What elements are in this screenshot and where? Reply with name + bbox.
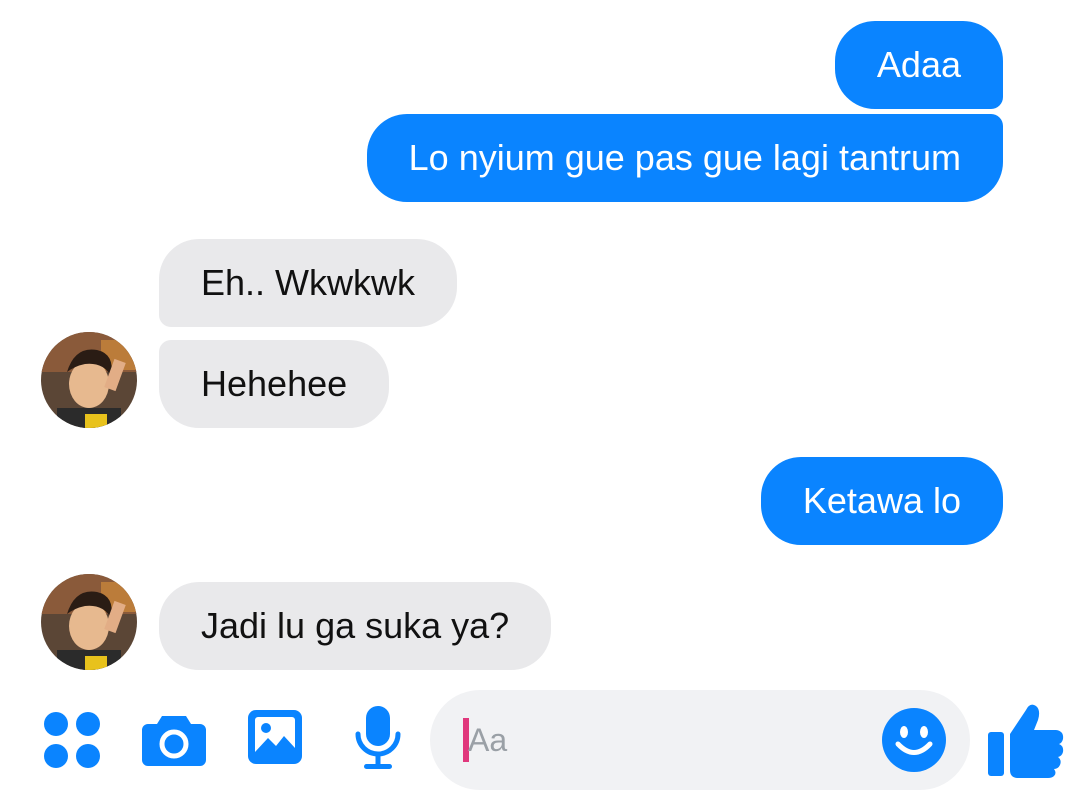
message-input[interactable]: Aa <box>430 690 970 790</box>
message-bubble-incoming[interactable]: Hehehee <box>159 340 390 428</box>
thumbs-up-icon[interactable] <box>986 698 1066 780</box>
contact-avatar[interactable] <box>41 332 137 428</box>
camera-icon[interactable] <box>142 712 206 766</box>
message-bubble-outgoing[interactable]: Lo nyium gue pas gue lagi tantrum <box>366 114 1003 202</box>
microphone-icon[interactable] <box>352 704 404 772</box>
message-bubble-incoming[interactable]: Eh.. Wkwkwk <box>159 239 458 327</box>
image-icon[interactable] <box>246 708 304 766</box>
smiley-icon[interactable] <box>881 707 947 773</box>
chat-screen: Adaa Lo nyium gue pas gue lagi tantrum E… <box>0 0 1080 793</box>
avatar-photo <box>41 332 137 428</box>
message-input-placeholder: Aa <box>468 722 508 758</box>
avatar-photo <box>41 574 137 670</box>
composer-bar: Aa <box>0 690 1080 793</box>
four-dots-icon[interactable] <box>42 710 102 770</box>
message-bubble-outgoing[interactable]: Ketawa lo <box>760 457 1003 545</box>
message-bubble-incoming[interactable]: Jadi lu ga suka ya? <box>159 582 552 670</box>
message-bubble-outgoing[interactable]: Adaa <box>834 21 1003 109</box>
contact-avatar[interactable] <box>41 574 137 670</box>
